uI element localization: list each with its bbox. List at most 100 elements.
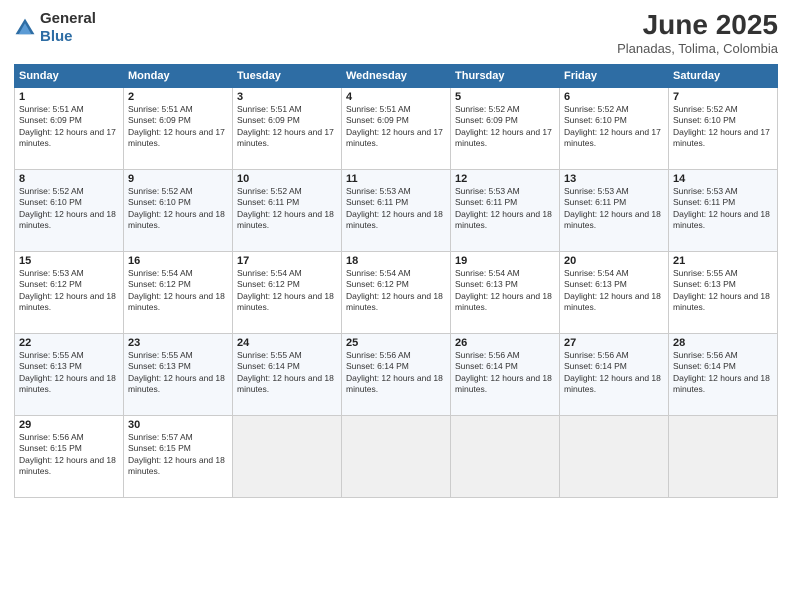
- day-number: 20: [564, 255, 664, 267]
- calendar-cell: [342, 415, 451, 497]
- day-info: Sunrise: 5:57 AMSunset: 6:15 PMDaylight:…: [128, 432, 228, 478]
- day-number: 19: [455, 255, 555, 267]
- logo-icon: [14, 17, 36, 39]
- day-info: Sunrise: 5:52 AMSunset: 6:09 PMDaylight:…: [455, 104, 555, 150]
- day-number: 25: [346, 337, 446, 349]
- calendar-cell: 20Sunrise: 5:54 AMSunset: 6:13 PMDayligh…: [560, 251, 669, 333]
- header: General Blue June 2025 Planadas, Tolima,…: [14, 10, 778, 56]
- day-info: Sunrise: 5:55 AMSunset: 6:13 PMDaylight:…: [19, 350, 119, 396]
- col-tuesday: Tuesday: [233, 64, 342, 87]
- calendar-header: Sunday Monday Tuesday Wednesday Thursday…: [15, 64, 778, 87]
- day-number: 18: [346, 255, 446, 267]
- day-number: 27: [564, 337, 664, 349]
- calendar-body: 1Sunrise: 5:51 AMSunset: 6:09 PMDaylight…: [15, 87, 778, 497]
- day-number: 5: [455, 91, 555, 103]
- calendar-cell: 25Sunrise: 5:56 AMSunset: 6:14 PMDayligh…: [342, 333, 451, 415]
- day-info: Sunrise: 5:56 AMSunset: 6:15 PMDaylight:…: [19, 432, 119, 478]
- logo-text: General Blue: [40, 10, 96, 46]
- calendar-cell: 14Sunrise: 5:53 AMSunset: 6:11 PMDayligh…: [669, 169, 778, 251]
- day-number: 3: [237, 91, 337, 103]
- calendar-cell: 30Sunrise: 5:57 AMSunset: 6:15 PMDayligh…: [124, 415, 233, 497]
- day-info: Sunrise: 5:52 AMSunset: 6:11 PMDaylight:…: [237, 186, 337, 232]
- day-info: Sunrise: 5:53 AMSunset: 6:11 PMDaylight:…: [455, 186, 555, 232]
- calendar-week-4: 22Sunrise: 5:55 AMSunset: 6:13 PMDayligh…: [15, 333, 778, 415]
- calendar-cell: 18Sunrise: 5:54 AMSunset: 6:12 PMDayligh…: [342, 251, 451, 333]
- calendar-cell: 5Sunrise: 5:52 AMSunset: 6:09 PMDaylight…: [451, 87, 560, 169]
- header-row: Sunday Monday Tuesday Wednesday Thursday…: [15, 64, 778, 87]
- day-number: 8: [19, 173, 119, 185]
- day-number: 21: [673, 255, 773, 267]
- day-info: Sunrise: 5:53 AMSunset: 6:11 PMDaylight:…: [346, 186, 446, 232]
- day-number: 17: [237, 255, 337, 267]
- day-number: 10: [237, 173, 337, 185]
- calendar-table: Sunday Monday Tuesday Wednesday Thursday…: [14, 64, 778, 498]
- day-info: Sunrise: 5:52 AMSunset: 6:10 PMDaylight:…: [564, 104, 664, 150]
- day-info: Sunrise: 5:52 AMSunset: 6:10 PMDaylight:…: [673, 104, 773, 150]
- calendar-cell: 15Sunrise: 5:53 AMSunset: 6:12 PMDayligh…: [15, 251, 124, 333]
- calendar-week-3: 15Sunrise: 5:53 AMSunset: 6:12 PMDayligh…: [15, 251, 778, 333]
- day-number: 11: [346, 173, 446, 185]
- day-info: Sunrise: 5:53 AMSunset: 6:12 PMDaylight:…: [19, 268, 119, 314]
- calendar-subtitle: Planadas, Tolima, Colombia: [617, 41, 778, 56]
- day-info: Sunrise: 5:54 AMSunset: 6:12 PMDaylight:…: [237, 268, 337, 314]
- day-number: 29: [19, 419, 119, 431]
- day-info: Sunrise: 5:55 AMSunset: 6:14 PMDaylight:…: [237, 350, 337, 396]
- calendar-week-1: 1Sunrise: 5:51 AMSunset: 6:09 PMDaylight…: [15, 87, 778, 169]
- calendar-week-2: 8Sunrise: 5:52 AMSunset: 6:10 PMDaylight…: [15, 169, 778, 251]
- day-number: 9: [128, 173, 228, 185]
- day-info: Sunrise: 5:55 AMSunset: 6:13 PMDaylight:…: [128, 350, 228, 396]
- calendar-cell: 2Sunrise: 5:51 AMSunset: 6:09 PMDaylight…: [124, 87, 233, 169]
- calendar-cell: 21Sunrise: 5:55 AMSunset: 6:13 PMDayligh…: [669, 251, 778, 333]
- calendar-cell: 26Sunrise: 5:56 AMSunset: 6:14 PMDayligh…: [451, 333, 560, 415]
- day-info: Sunrise: 5:56 AMSunset: 6:14 PMDaylight:…: [564, 350, 664, 396]
- col-wednesday: Wednesday: [342, 64, 451, 87]
- day-number: 26: [455, 337, 555, 349]
- day-info: Sunrise: 5:51 AMSunset: 6:09 PMDaylight:…: [128, 104, 228, 150]
- calendar-cell: 9Sunrise: 5:52 AMSunset: 6:10 PMDaylight…: [124, 169, 233, 251]
- day-number: 4: [346, 91, 446, 103]
- calendar-cell: 4Sunrise: 5:51 AMSunset: 6:09 PMDaylight…: [342, 87, 451, 169]
- day-number: 6: [564, 91, 664, 103]
- calendar-cell: 1Sunrise: 5:51 AMSunset: 6:09 PMDaylight…: [15, 87, 124, 169]
- day-info: Sunrise: 5:54 AMSunset: 6:12 PMDaylight:…: [128, 268, 228, 314]
- day-info: Sunrise: 5:54 AMSunset: 6:13 PMDaylight:…: [455, 268, 555, 314]
- calendar-cell: 27Sunrise: 5:56 AMSunset: 6:14 PMDayligh…: [560, 333, 669, 415]
- day-info: Sunrise: 5:52 AMSunset: 6:10 PMDaylight:…: [128, 186, 228, 232]
- title-block: June 2025 Planadas, Tolima, Colombia: [617, 10, 778, 56]
- day-info: Sunrise: 5:56 AMSunset: 6:14 PMDaylight:…: [346, 350, 446, 396]
- calendar-cell: 28Sunrise: 5:56 AMSunset: 6:14 PMDayligh…: [669, 333, 778, 415]
- day-number: 23: [128, 337, 228, 349]
- day-number: 13: [564, 173, 664, 185]
- calendar-cell: 23Sunrise: 5:55 AMSunset: 6:13 PMDayligh…: [124, 333, 233, 415]
- calendar-cell: [560, 415, 669, 497]
- logo: General Blue: [14, 10, 96, 46]
- calendar-cell: 10Sunrise: 5:52 AMSunset: 6:11 PMDayligh…: [233, 169, 342, 251]
- calendar-cell: 8Sunrise: 5:52 AMSunset: 6:10 PMDaylight…: [15, 169, 124, 251]
- calendar-cell: 11Sunrise: 5:53 AMSunset: 6:11 PMDayligh…: [342, 169, 451, 251]
- day-number: 12: [455, 173, 555, 185]
- day-info: Sunrise: 5:51 AMSunset: 6:09 PMDaylight:…: [346, 104, 446, 150]
- col-saturday: Saturday: [669, 64, 778, 87]
- calendar-cell: 7Sunrise: 5:52 AMSunset: 6:10 PMDaylight…: [669, 87, 778, 169]
- day-info: Sunrise: 5:54 AMSunset: 6:13 PMDaylight:…: [564, 268, 664, 314]
- calendar-cell: 19Sunrise: 5:54 AMSunset: 6:13 PMDayligh…: [451, 251, 560, 333]
- logo-blue: Blue: [40, 28, 73, 45]
- day-number: 14: [673, 173, 773, 185]
- day-number: 2: [128, 91, 228, 103]
- day-number: 16: [128, 255, 228, 267]
- day-info: Sunrise: 5:53 AMSunset: 6:11 PMDaylight:…: [564, 186, 664, 232]
- calendar-cell: 22Sunrise: 5:55 AMSunset: 6:13 PMDayligh…: [15, 333, 124, 415]
- calendar-cell: 13Sunrise: 5:53 AMSunset: 6:11 PMDayligh…: [560, 169, 669, 251]
- day-number: 30: [128, 419, 228, 431]
- calendar-week-5: 29Sunrise: 5:56 AMSunset: 6:15 PMDayligh…: [15, 415, 778, 497]
- day-info: Sunrise: 5:53 AMSunset: 6:11 PMDaylight:…: [673, 186, 773, 232]
- col-friday: Friday: [560, 64, 669, 87]
- calendar-cell: 12Sunrise: 5:53 AMSunset: 6:11 PMDayligh…: [451, 169, 560, 251]
- day-info: Sunrise: 5:52 AMSunset: 6:10 PMDaylight:…: [19, 186, 119, 232]
- calendar-cell: 3Sunrise: 5:51 AMSunset: 6:09 PMDaylight…: [233, 87, 342, 169]
- day-number: 7: [673, 91, 773, 103]
- day-number: 22: [19, 337, 119, 349]
- page: General Blue June 2025 Planadas, Tolima,…: [0, 0, 792, 612]
- calendar-cell: [669, 415, 778, 497]
- calendar-cell: 24Sunrise: 5:55 AMSunset: 6:14 PMDayligh…: [233, 333, 342, 415]
